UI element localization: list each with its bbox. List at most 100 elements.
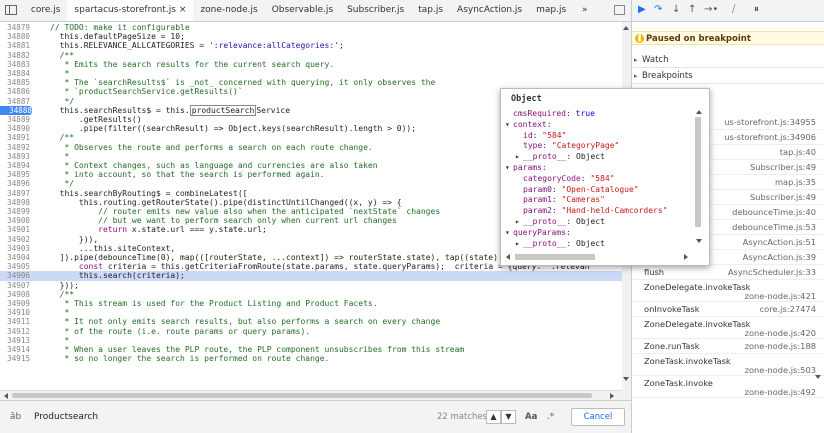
scroll-right-arrow-icon[interactable] bbox=[684, 254, 688, 260]
object-property-row[interactable]: ▸ __proto__: Object bbox=[515, 239, 605, 249]
line-number[interactable]: 34881 bbox=[0, 41, 30, 50]
code-line[interactable]: 34879 // TODO: make it configurable bbox=[0, 23, 631, 32]
code-line[interactable]: 34885 * The `searchResults$` is _not_ co… bbox=[0, 78, 631, 87]
tab-0[interactable]: core.js bbox=[24, 0, 68, 21]
toggle-navigator-icon[interactable] bbox=[5, 5, 17, 15]
breakpoints-section-header[interactable]: ▸ Breakpoints bbox=[632, 68, 824, 84]
find-next-button[interactable]: ▼ bbox=[501, 410, 516, 424]
close-tab-icon[interactable]: × bbox=[179, 5, 187, 15]
code-line[interactable]: 34914 * When a user leaves the PLP route… bbox=[0, 345, 631, 354]
expand-triangle-icon[interactable]: ▸ bbox=[515, 152, 523, 162]
object-property-row[interactable]: categoryCode: "584" bbox=[515, 174, 615, 184]
code-line[interactable]: 34883 * Emits the search results for the… bbox=[0, 60, 631, 69]
line-number[interactable]: 34896 bbox=[0, 179, 30, 188]
code-line[interactable]: 34884 * bbox=[0, 69, 631, 78]
tab-6[interactable]: AsyncAction.js bbox=[450, 0, 529, 21]
expand-triangle-icon[interactable]: ▸ bbox=[515, 239, 523, 249]
object-property-row[interactable]: param2: "Hand-held-Camcorders" bbox=[515, 206, 668, 216]
line-number[interactable]: 34880 bbox=[0, 32, 30, 41]
expand-triangle-icon[interactable]: ▾ bbox=[505, 228, 513, 238]
scroll-left-arrow-icon[interactable] bbox=[506, 254, 510, 260]
code-line[interactable]: 34906 this.search(criteria); bbox=[0, 271, 631, 281]
regex-button[interactable]: .* bbox=[547, 412, 554, 422]
line-number[interactable]: 34912 bbox=[0, 327, 30, 336]
call-stack-frame[interactable]: flush AsyncScheduler.js:33 bbox=[632, 265, 824, 280]
scroll-up-arrow-icon[interactable] bbox=[696, 110, 702, 114]
more-tabs-button[interactable]: » bbox=[576, 0, 594, 21]
popover-scroll-thumb[interactable] bbox=[695, 117, 701, 227]
code-line[interactable]: 34911 * It not only emits search results… bbox=[0, 317, 631, 326]
object-property-row[interactable]: cmsRequired: true bbox=[505, 109, 595, 119]
resume-icon[interactable]: ▶ bbox=[638, 4, 646, 15]
line-number[interactable]: 34909 bbox=[0, 299, 30, 308]
line-number[interactable]: 34911 bbox=[0, 317, 30, 326]
call-stack-frame[interactable]: ZoneDelegate.invokeTask zone-node.js:421 bbox=[632, 280, 824, 302]
object-property-row[interactable]: ▾ params: bbox=[505, 163, 552, 173]
object-property-row[interactable]: ▾ queryParams: bbox=[505, 228, 576, 238]
call-stack-frame[interactable]: onInvokeTask core.js:27474 bbox=[632, 302, 824, 317]
line-number[interactable]: 34913 bbox=[0, 336, 30, 345]
pause-on-exceptions-icon[interactable]: ⏸ bbox=[754, 4, 759, 15]
line-number[interactable]: 34893 bbox=[0, 152, 30, 161]
line-number[interactable]: 34908 bbox=[0, 290, 30, 299]
scroll-down-arrow-icon[interactable] bbox=[623, 377, 629, 381]
line-number[interactable]: 34895 bbox=[0, 170, 30, 179]
line-number[interactable]: 34891 bbox=[0, 133, 30, 142]
line-number[interactable]: 34907 bbox=[0, 281, 30, 290]
object-property-row[interactable]: param0: "Open-Catalogue" bbox=[515, 185, 639, 195]
search-input[interactable] bbox=[32, 411, 336, 423]
line-number[interactable]: 34890 bbox=[0, 124, 30, 133]
horizontal-scroll-thumb[interactable] bbox=[12, 393, 592, 398]
step-into-icon[interactable]: ↓ bbox=[672, 4, 680, 15]
popover-vertical-scrollbar[interactable] bbox=[693, 107, 705, 247]
scroll-left-arrow-icon[interactable] bbox=[4, 393, 8, 399]
toggle-debugger-icon[interactable] bbox=[614, 5, 625, 15]
code-line[interactable]: 34907 })); bbox=[0, 281, 631, 290]
call-stack-frame[interactable]: ZoneTask.invoke zone-node.js:492 bbox=[632, 376, 824, 398]
code-line[interactable]: 34915 * so no longer the search is perfo… bbox=[0, 354, 631, 363]
call-stack-frame[interactable]: Zone.runTask zone-node.js:188 bbox=[632, 339, 824, 354]
sidebar-scrollbar[interactable] bbox=[812, 50, 822, 433]
tab-3[interactable]: Observable.js bbox=[265, 0, 340, 21]
step-out-icon[interactable]: ↑ bbox=[688, 4, 696, 15]
line-number[interactable]: 34897 bbox=[0, 189, 30, 198]
expand-triangle-icon[interactable]: ▸ bbox=[515, 217, 523, 227]
code-line[interactable]: 34913 * bbox=[0, 336, 631, 345]
line-number[interactable]: 34887 bbox=[0, 97, 30, 106]
line-number[interactable]: 34905 bbox=[0, 262, 30, 271]
find-previous-button[interactable]: ▲ bbox=[486, 410, 501, 424]
line-number[interactable]: 34879 bbox=[0, 23, 30, 32]
line-number[interactable]: 34900 bbox=[0, 216, 30, 225]
code-line[interactable]: 34880 this.defaultPageSize = 10; bbox=[0, 32, 631, 41]
object-property-row[interactable]: type: "CategoryPage" bbox=[515, 141, 619, 151]
deactivate-breakpoints-icon[interactable]: ⧸ bbox=[732, 4, 735, 15]
object-property-row[interactable]: id: "584" bbox=[515, 131, 566, 141]
watch-section-header[interactable]: ▸ Watch bbox=[632, 52, 824, 68]
line-number[interactable]: 34883 bbox=[0, 60, 30, 69]
line-number[interactable]: 34914 bbox=[0, 345, 30, 354]
code-line[interactable]: 34908 /** bbox=[0, 290, 631, 299]
scroll-right-arrow-icon[interactable] bbox=[610, 393, 614, 399]
line-number[interactable]: 34903 bbox=[0, 244, 30, 253]
call-stack-frame[interactable]: ZoneTask.invokeTask zone-node.js:503 bbox=[632, 354, 824, 376]
line-number[interactable]: 34898 bbox=[0, 198, 30, 207]
line-number[interactable]: 34889 bbox=[0, 115, 30, 124]
object-property-row[interactable]: ▾ context: bbox=[505, 120, 556, 130]
code-line[interactable]: 34909 * This stream is used for the Prod… bbox=[0, 299, 631, 308]
tab-4[interactable]: Subscriber.js bbox=[340, 0, 411, 21]
popover-horizontal-scrollbar[interactable] bbox=[501, 251, 693, 263]
popover-hscroll-thumb[interactable] bbox=[515, 254, 595, 260]
line-number[interactable]: 34899 bbox=[0, 207, 30, 216]
line-number[interactable]: 34894 bbox=[0, 161, 30, 170]
step-over-icon[interactable]: ↷ bbox=[654, 4, 662, 15]
line-number[interactable]: 34884 bbox=[0, 69, 30, 78]
line-number[interactable]: 34892 bbox=[0, 143, 30, 152]
tab-1[interactable]: spartacus-storefront.js × bbox=[67, 0, 194, 21]
code-line[interactable]: 34910 * bbox=[0, 308, 631, 317]
line-number[interactable]: 34915 bbox=[0, 354, 30, 363]
line-number[interactable]: 34901 bbox=[0, 225, 30, 234]
call-stack-frame[interactable]: ZoneDelegate.invokeTask zone-node.js:420 bbox=[632, 317, 824, 339]
tab-7[interactable]: map.js bbox=[529, 0, 573, 21]
scroll-down-arrow-icon[interactable] bbox=[696, 239, 702, 243]
line-number[interactable]: 34906 bbox=[0, 271, 30, 280]
